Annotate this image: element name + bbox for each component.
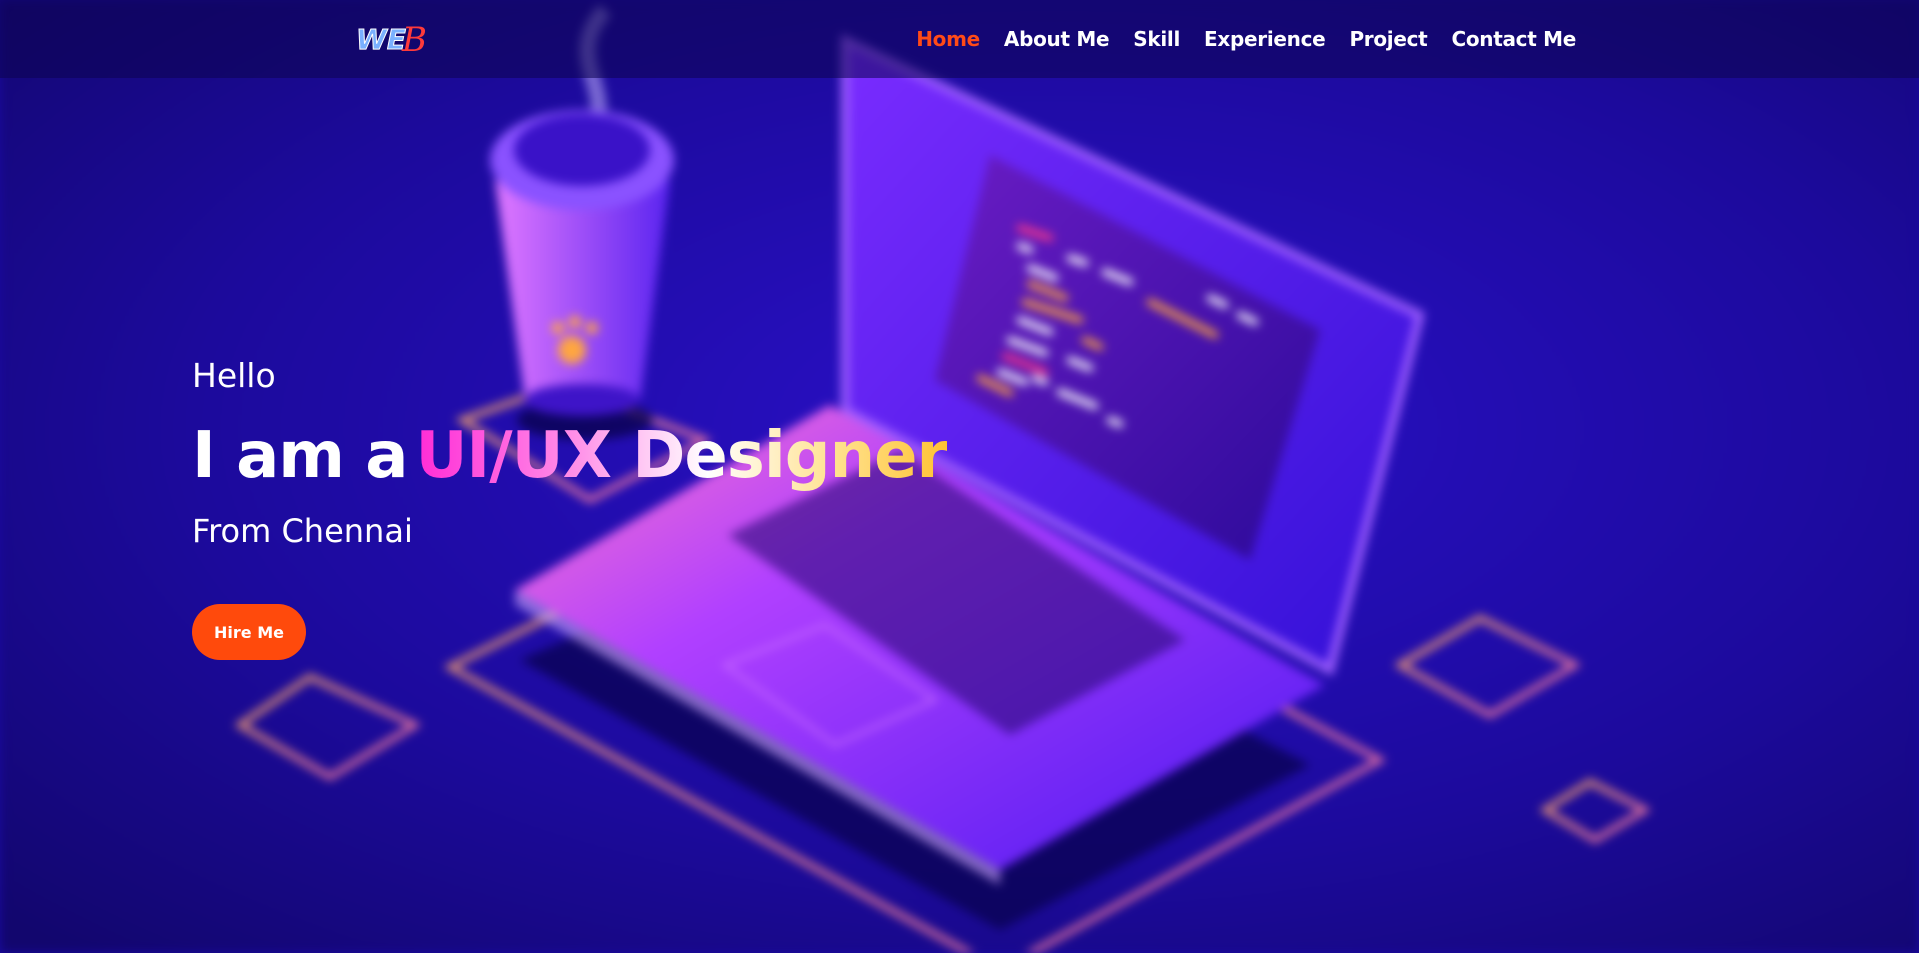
nav-menu: Home About Me Skill Experience Project C… <box>916 0 1576 78</box>
top-navbar: WE B Home About Me Skill Experience Proj… <box>0 0 1919 78</box>
nav-item-contact: Contact Me <box>1451 27 1576 51</box>
nav-item-skill: Skill <box>1133 27 1180 51</box>
logo-letter-b: B <box>401 20 427 60</box>
nav-item-about: About Me <box>1004 27 1110 51</box>
nav-link-home[interactable]: Home <box>916 27 980 51</box>
nav-link-experience[interactable]: Experience <box>1204 27 1326 51</box>
hero-headline: I am a UI/UX Designer <box>192 416 948 496</box>
nav-link-about[interactable]: About Me <box>1004 27 1110 51</box>
nav-link-skill[interactable]: Skill <box>1133 27 1180 51</box>
nav-link-project[interactable]: Project <box>1349 27 1427 51</box>
hero-greeting: Hello <box>192 356 276 395</box>
hero-section: WE B Home About Me Skill Experience Proj… <box>0 0 1919 953</box>
nav-link-contact[interactable]: Contact Me <box>1451 27 1576 51</box>
logo[interactable]: WE B <box>356 18 430 60</box>
headline-prefix: I am a <box>192 419 408 493</box>
nav-item-project: Project <box>1349 27 1427 51</box>
hire-me-button[interactable]: Hire Me <box>192 604 306 660</box>
nav-item-home: Home <box>916 27 980 51</box>
hero-content: Hello I am a UI/UX Designer From Chennai … <box>192 350 948 660</box>
headline-role: UI/UX Designer <box>415 419 948 493</box>
logo-text: WE <box>356 23 406 56</box>
hero-location: From Chennai <box>192 512 413 550</box>
nav-item-experience: Experience <box>1204 27 1326 51</box>
